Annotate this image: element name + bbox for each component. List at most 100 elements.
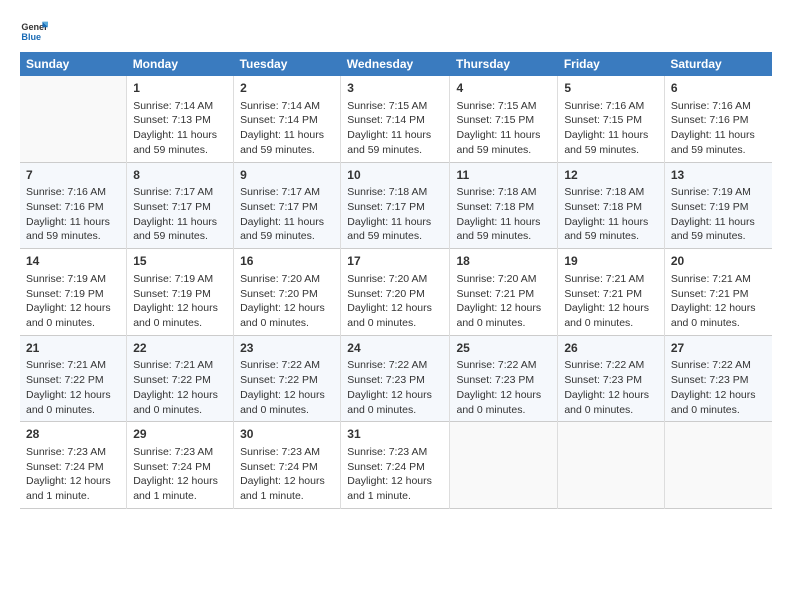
calendar-cell: 12Sunrise: 7:18 AMSunset: 7:18 PMDayligh…	[558, 162, 665, 249]
calendar-cell: 8Sunrise: 7:17 AMSunset: 7:17 PMDaylight…	[127, 162, 234, 249]
day-sunrise: Sunrise: 7:22 AM	[347, 359, 427, 371]
day-sunrise: Sunrise: 7:23 AM	[133, 446, 213, 458]
day-sunset: Sunset: 7:21 PM	[456, 288, 534, 300]
calendar-cell: 2Sunrise: 7:14 AMSunset: 7:14 PMDaylight…	[234, 76, 341, 162]
calendar-week-row: 21 Sunrise: 7:21 AM Sunset: 7:22 PM Dayligh…	[20, 335, 772, 422]
day-daylight: Daylight: 11 hours and 59 minutes.	[564, 129, 648, 156]
calendar-cell: 22Sunrise: 7:21 AMSunset: 7:22 PMDayligh…	[127, 335, 234, 422]
day-daylight: Daylight: 11 hours and 59 minutes.	[671, 129, 755, 156]
weekday-header-saturday: Saturday	[664, 52, 772, 76]
logo: General Blue	[20, 16, 52, 44]
day-number: 6	[671, 80, 766, 97]
day-sunrise: Sunrise: 7:23 AM	[347, 446, 427, 458]
day-sunrise: Sunrise: 7:21 AM	[564, 273, 644, 285]
day-sunrise: Sunrise: 7:14 AM	[240, 100, 320, 112]
calendar-cell: 23Sunrise: 7:22 AMSunset: 7:22 PMDayligh…	[234, 335, 341, 422]
day-sunset: Sunset: 7:16 PM	[671, 114, 749, 126]
day-daylight: Daylight: 12 hours and 0 minutes.	[133, 389, 218, 416]
day-number: 1	[133, 80, 227, 97]
calendar-cell: 30 Sunrise: 7:23 AM Sunset: 7:24 PM Dayligh…	[234, 422, 341, 509]
calendar-cell	[664, 422, 772, 509]
weekday-header-row: SundayMondayTuesdayWednesdayThursdayFrid…	[20, 52, 772, 76]
day-number: 8	[133, 167, 227, 184]
day-daylight: Daylight: 12 hours and 1 minute.	[240, 475, 325, 502]
day-daylight: Daylight: 12 hours and 0 minutes.	[456, 389, 541, 416]
day-number: 20	[671, 253, 766, 270]
day-number: 3	[347, 80, 443, 97]
day-number: 15	[133, 253, 227, 270]
day-sunrise: Sunrise: 7:22 AM	[240, 359, 320, 371]
day-sunset: Sunset: 7:23 PM	[564, 374, 642, 386]
weekday-header-wednesday: Wednesday	[341, 52, 450, 76]
calendar-cell: 1Sunrise: 7:14 AMSunset: 7:13 PMDaylight…	[127, 76, 234, 162]
day-number: 19	[564, 253, 658, 270]
calendar-cell: 15Sunrise: 7:19 AMSunset: 7:19 PMDayligh…	[127, 249, 234, 336]
day-number: 10	[347, 167, 443, 184]
day-number: 16	[240, 253, 334, 270]
day-sunrise: Sunrise: 7:19 AM	[671, 186, 751, 198]
svg-text:Blue: Blue	[21, 32, 41, 42]
day-number: 22	[133, 340, 227, 357]
day-sunset: Sunset: 7:20 PM	[240, 288, 318, 300]
day-daylight: Daylight: 11 hours and 59 minutes.	[456, 129, 540, 156]
calendar-cell: 29Sunrise: 7:23 AMSunset: 7:24 PMDayligh…	[127, 422, 234, 509]
day-daylight: Daylight: 11 hours and 59 minutes.	[240, 129, 324, 156]
day-sunrise: Sunrise: 7:18 AM	[456, 186, 536, 198]
calendar-cell: 20Sunrise: 7:21 AMSunset: 7:21 PMDayligh…	[664, 249, 772, 336]
day-sunrise: Sunrise: 7:21 AM	[133, 359, 213, 371]
day-sunrise: Sunrise: 7:20 AM	[456, 273, 536, 285]
day-daylight: Daylight: 11 hours and 59 minutes.	[26, 216, 110, 243]
day-daylight: Daylight: 11 hours and 59 minutes.	[240, 216, 324, 243]
calendar-cell: 14Sunrise: 7:19 AMSunset: 7:19 PMDayligh…	[20, 249, 127, 336]
day-sunrise: Sunrise: 7:21 AM	[26, 359, 106, 371]
day-daylight: Daylight: 12 hours and 0 minutes.	[240, 302, 325, 329]
day-daylight: Daylight: 12 hours and 1 minute.	[347, 475, 432, 502]
calendar-cell: 24Sunrise: 7:22 AMSunset: 7:23 PMDayligh…	[341, 335, 450, 422]
day-sunset: Sunset: 7:18 PM	[456, 201, 534, 213]
calendar-cell: 5Sunrise: 7:16 AMSunset: 7:15 PMDaylight…	[558, 76, 665, 162]
day-sunset: Sunset: 7:23 PM	[456, 374, 534, 386]
calendar-cell: 13Sunrise: 7:19 AMSunset: 7:19 PMDayligh…	[664, 162, 772, 249]
calendar-cell: 17Sunrise: 7:20 AMSunset: 7:20 PMDayligh…	[341, 249, 450, 336]
day-number: 27	[671, 340, 766, 357]
calendar-cell: 9Sunrise: 7:17 AMSunset: 7:17 PMDaylight…	[234, 162, 341, 249]
day-sunset: Sunset: 7:24 PM	[240, 461, 318, 473]
calendar-week-row: 1Sunrise: 7:14 AMSunset: 7:13 PMDaylight…	[20, 76, 772, 162]
weekday-header-sunday: Sunday	[20, 52, 127, 76]
day-daylight: Daylight: 12 hours and 0 minutes.	[456, 302, 541, 329]
calendar-cell: 31Sunrise: 7:23 AMSunset: 7:24 PMDayligh…	[341, 422, 450, 509]
day-sunrise: Sunrise: 7:21 AM	[671, 273, 751, 285]
day-sunrise: Sunrise: 7:20 AM	[240, 273, 320, 285]
day-sunset: Sunset: 7:18 PM	[564, 201, 642, 213]
day-sunset: Sunset: 7:24 PM	[347, 461, 425, 473]
calendar-cell: 10Sunrise: 7:18 AMSunset: 7:17 PMDayligh…	[341, 162, 450, 249]
day-daylight: Daylight: 12 hours and 0 minutes.	[26, 302, 111, 329]
calendar-cell: 26Sunrise: 7:22 AMSunset: 7:23 PMDayligh…	[558, 335, 665, 422]
calendar-cell: 28Sunrise: 7:23 AMSunset: 7:24 PMDayligh…	[20, 422, 127, 509]
day-sunset: Sunset: 7:21 PM	[671, 288, 749, 300]
day-daylight: Daylight: 11 hours and 59 minutes.	[347, 129, 431, 156]
day-sunrise: Sunrise: 7:22 AM	[564, 359, 644, 371]
day-daylight: Daylight: 12 hours and 0 minutes.	[347, 302, 432, 329]
day-number: 30	[240, 426, 334, 443]
day-sunrise: Sunrise: 7:18 AM	[347, 186, 427, 198]
day-sunrise: Sunrise: 7:16 AM	[671, 100, 751, 112]
day-sunset: Sunset: 7:14 PM	[240, 114, 318, 126]
calendar-cell	[558, 422, 665, 509]
day-daylight: Daylight: 12 hours and 0 minutes.	[564, 389, 649, 416]
day-sunrise: Sunrise: 7:23 AM	[240, 446, 320, 458]
day-sunset: Sunset: 7:22 PM	[240, 374, 318, 386]
calendar-week-row: 7Sunrise: 7:16 AMSunset: 7:16 PMDaylight…	[20, 162, 772, 249]
day-daylight: Daylight: 12 hours and 0 minutes.	[240, 389, 325, 416]
day-sunrise: Sunrise: 7:14 AM	[133, 100, 213, 112]
day-sunset: Sunset: 7:14 PM	[347, 114, 425, 126]
calendar-cell: 7Sunrise: 7:16 AMSunset: 7:16 PMDaylight…	[20, 162, 127, 249]
weekday-header-thursday: Thursday	[450, 52, 558, 76]
day-daylight: Daylight: 12 hours and 1 minute.	[26, 475, 111, 502]
day-number: 9	[240, 167, 334, 184]
day-daylight: Daylight: 12 hours and 0 minutes.	[564, 302, 649, 329]
calendar-cell: 4Sunrise: 7:15 AMSunset: 7:15 PMDaylight…	[450, 76, 558, 162]
day-number: 21	[26, 340, 120, 357]
day-sunrise: Sunrise: 7:19 AM	[26, 273, 106, 285]
calendar-cell: 19Sunrise: 7:21 AMSunset: 7:21 PMDayligh…	[558, 249, 665, 336]
